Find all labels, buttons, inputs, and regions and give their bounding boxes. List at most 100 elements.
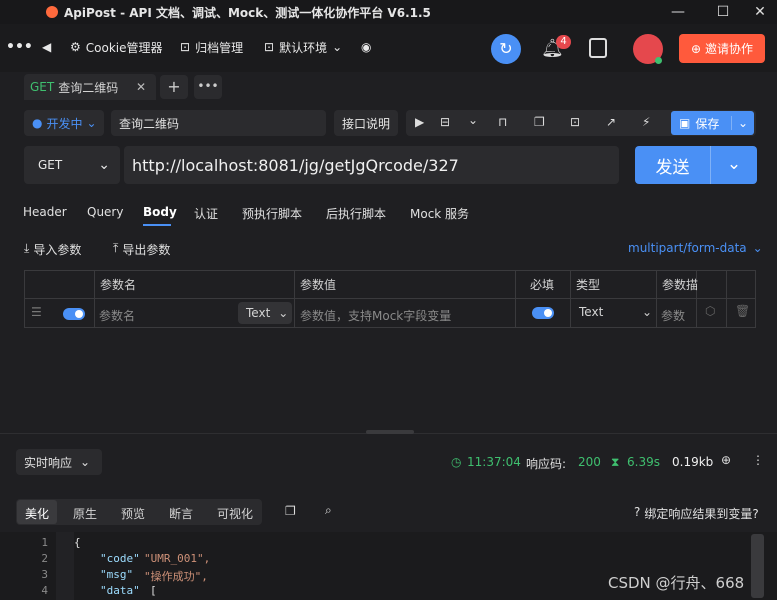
status-select[interactable]: ● 开发中 ⌄ — [24, 110, 104, 136]
status-code-label: 响应码: — [526, 457, 567, 471]
field-type-label: Text — [246, 306, 271, 320]
request-name-field[interactable]: 查询二维码 — [111, 110, 326, 136]
json-value: [ — [150, 584, 157, 597]
close-window-icon[interactable]: ✕ — [750, 2, 770, 22]
view-tab-beautify[interactable]: 美化 — [25, 505, 49, 522]
cube-icon[interactable]: ⬡ — [705, 304, 715, 318]
cookie-icon: ⚙ — [70, 40, 81, 54]
invite-button[interactable]: ⊕ 邀请协作 — [679, 34, 765, 63]
tab-query[interactable]: Query — [87, 205, 123, 223]
copy-icon[interactable]: ❐ — [534, 115, 545, 129]
chevron-down-icon: ⌄ — [278, 306, 289, 320]
tab-method: GET — [30, 80, 55, 94]
code-icon[interactable]: ⊡ — [570, 115, 580, 129]
tab-post-script[interactable]: 后执行脚本 — [326, 205, 386, 223]
invite-icon: ⊕ — [690, 41, 702, 56]
url-input[interactable]: http://localhost:8081/jg/getJgQrcode/327 — [124, 146, 619, 184]
document-icon[interactable] — [589, 38, 607, 58]
sync-icon[interactable]: ↻ — [491, 34, 521, 64]
save-button[interactable]: ▣ 保存 ⌄ — [671, 111, 754, 135]
tab-pre-script[interactable]: 预执行脚本 — [242, 205, 302, 223]
lock-icon[interactable]: ⊓ — [498, 115, 507, 129]
bind-variable-button[interactable]: ? 绑定响应结果到变量? — [634, 505, 759, 522]
archive-button[interactable]: ⊡ 归档管理 — [180, 36, 243, 58]
archive-label: 归档管理 — [195, 40, 244, 55]
required-toggle[interactable] — [532, 307, 554, 319]
view-tab-preview[interactable]: 预览 — [121, 505, 145, 522]
response-mode-select[interactable]: 实时响应 ⌄ — [16, 449, 102, 475]
help-icon: ? — [634, 505, 641, 519]
col-desc: 参数描 — [662, 278, 699, 292]
param-name-input[interactable]: 参数名 — [99, 307, 135, 324]
type-select[interactable]: Text ⌄ — [579, 305, 654, 319]
title-bar: ApiPost - API 文档、调试、Mock、测试一体化协作平台 V6.1.… — [0, 0, 777, 24]
col-required: 必填 — [530, 278, 555, 292]
flash-icon[interactable]: ⚡ — [642, 115, 650, 129]
play-icon[interactable]: ▶ — [415, 115, 424, 129]
watermark: CSDN @行舟、668 — [608, 574, 745, 592]
send-label: 发送 — [655, 157, 690, 178]
maximize-icon[interactable]: ☐ — [713, 2, 733, 22]
tab-mock[interactable]: Mock 服务 — [410, 205, 469, 223]
param-desc-input[interactable]: 参数 — [661, 307, 685, 324]
import-params-button[interactable]: ⤓ 导入参数 — [24, 241, 81, 258]
copy-icon[interactable]: ❐ — [285, 504, 296, 518]
share-icon[interactable]: ↗ — [606, 115, 616, 129]
view-tab-assert[interactable]: 断言 — [169, 505, 193, 522]
bind-label: 绑定响应结果到变量? — [644, 507, 759, 521]
content-type-select[interactable]: multipart/form-data ⌄ — [628, 241, 763, 255]
tab-more-icon[interactable]: ••• — [194, 75, 222, 99]
chevron-down-icon[interactable]: ⌄ — [468, 113, 478, 127]
method-label: GET — [38, 158, 63, 172]
more-icon[interactable]: ⋮ — [752, 453, 764, 467]
doc-button[interactable]: 接口说明 — [334, 110, 398, 136]
export-params-button[interactable]: ⤒ 导出参数 — [113, 241, 170, 258]
view-tab-visualize[interactable]: 可视化 — [217, 505, 253, 522]
collapse-left-icon[interactable]: ◀ — [42, 36, 51, 58]
enable-toggle[interactable] — [63, 308, 85, 320]
search-icon[interactable]: ⌕ — [325, 503, 332, 518]
type-label: Text — [579, 305, 604, 319]
chevron-down-icon[interactable]: ⌄ — [730, 116, 748, 130]
add-tab-icon[interactable]: + — [160, 75, 188, 99]
send-button[interactable]: 发送 ⌄ — [635, 146, 757, 184]
splitter-handle[interactable] — [366, 430, 414, 434]
chevron-down-icon: ⌄ — [98, 157, 110, 173]
close-tab-icon[interactable]: ✕ — [136, 80, 146, 94]
url-value: http://localhost:8081/jg/getJgQrcode/327 — [132, 155, 459, 175]
param-value-input[interactable]: 参数值，支持Mock字段变量 — [300, 307, 451, 324]
archive-icon: ⊡ — [180, 40, 191, 54]
tab-body[interactable]: Body — [143, 205, 177, 223]
col-name: 参数名 — [100, 278, 137, 292]
more-icon[interactable]: ••• — [6, 36, 33, 58]
chevron-down-icon[interactable]: ⌄ — [710, 146, 757, 184]
tab-auth[interactable]: 认证 — [194, 205, 218, 223]
request-tab[interactable]: GET 查询二维码 ✕ — [24, 74, 156, 100]
tab-header[interactable]: Header — [23, 205, 67, 223]
scrollbar[interactable] — [751, 534, 764, 598]
field-type-select[interactable]: Text ⌄ — [238, 302, 292, 324]
chevron-down-icon: ⌄ — [86, 116, 97, 130]
status-dot: ● — [32, 116, 43, 130]
clock-icon: ◷ — [451, 455, 462, 469]
layout-icon[interactable]: ⊟ — [440, 115, 450, 129]
globe-icon[interactable]: ⊕ — [721, 453, 731, 467]
method-select[interactable]: GET ⌄ — [24, 146, 120, 184]
import-icon: ⤓ — [24, 241, 30, 255]
view-tab-raw[interactable]: 原生 — [73, 505, 97, 522]
export-label: 导出参数 — [122, 243, 171, 257]
chevron-down-icon: ⌄ — [752, 241, 763, 255]
cookie-manager-button[interactable]: ⚙ Cookie管理器 — [70, 36, 163, 58]
chevron-down-icon: ⌄ — [641, 305, 652, 319]
environment-select[interactable]: ⊡ 默认环境 ⌄ — [264, 36, 342, 58]
save-label: 保存 — [695, 116, 720, 131]
minimize-icon[interactable]: — — [668, 2, 688, 22]
response-time: 11:37:04 — [467, 455, 521, 469]
drag-handle-icon[interactable]: ☰ — [31, 305, 42, 319]
trash-icon[interactable]: 🗑︎ — [735, 304, 750, 318]
invite-label: 邀请协作 — [705, 42, 754, 56]
eye-icon[interactable]: ◉ — [361, 36, 371, 58]
line-number: 4 — [41, 584, 48, 597]
export-icon: ⤒ — [113, 241, 119, 255]
json-key: "msg" — [100, 568, 134, 581]
